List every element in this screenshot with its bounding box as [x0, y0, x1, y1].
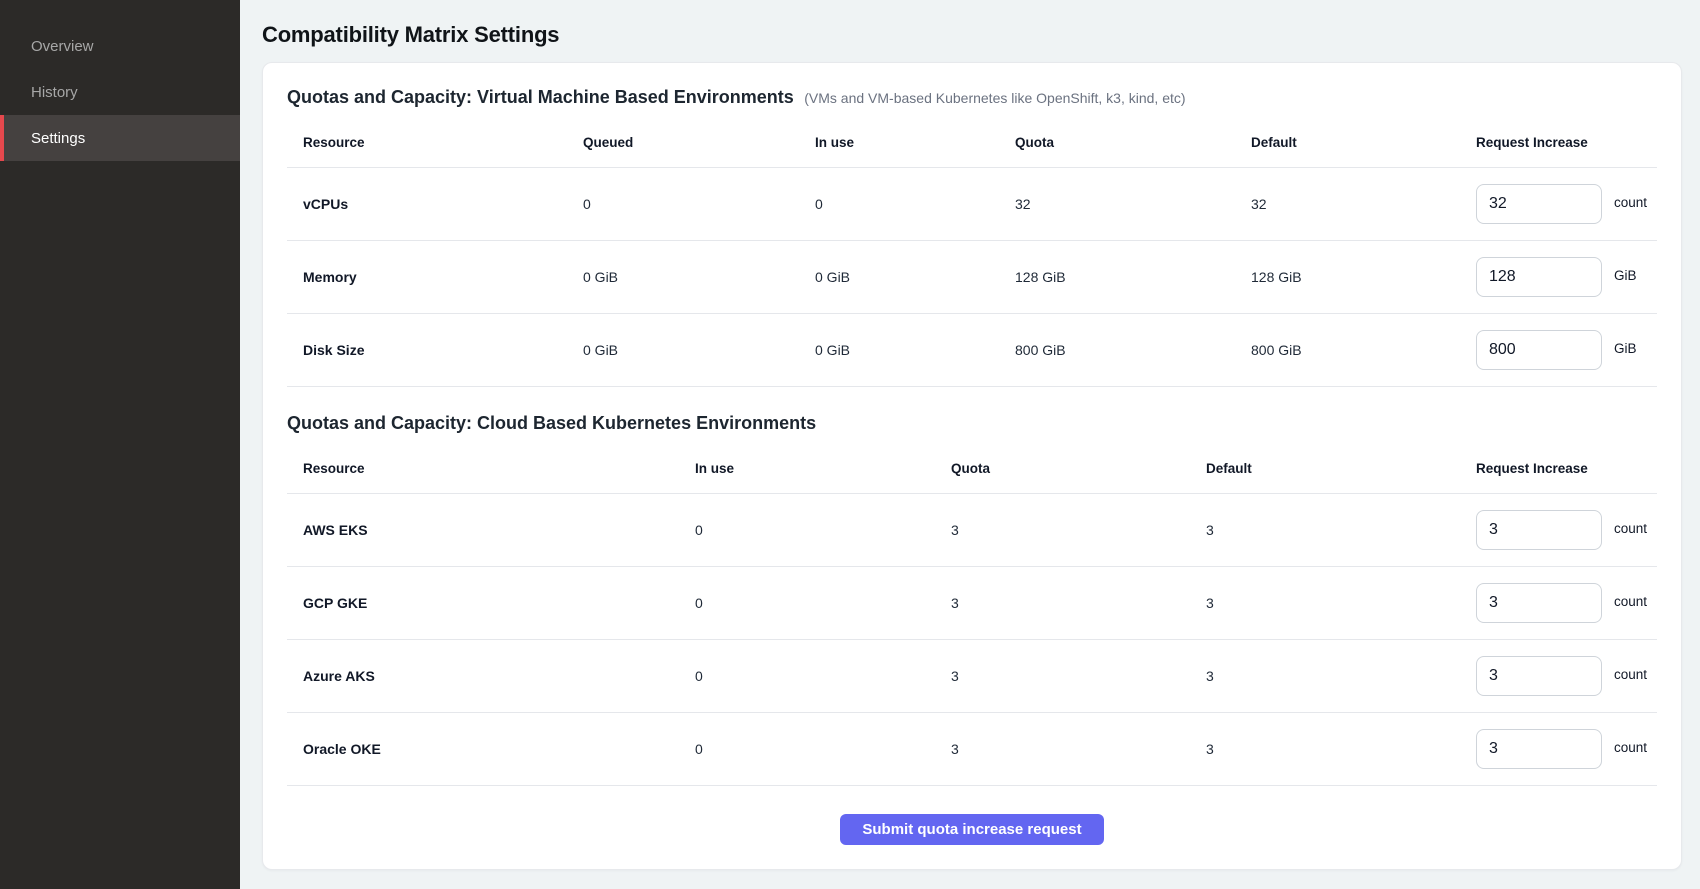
request-increase-cell: count [1460, 656, 1657, 696]
default-value: 800 GiB [1235, 342, 1460, 358]
quota-request-input[interactable] [1476, 257, 1602, 297]
in-use-value: 0 [679, 595, 935, 611]
table-row: Azure AKS033count [287, 640, 1657, 713]
column-header: Request Increase [1460, 461, 1657, 476]
vm-quota-table: ResourceQueuedIn useQuotaDefaultRequest … [287, 118, 1657, 387]
in-use-value: 0 [799, 196, 999, 212]
resource-name: vCPUs [287, 196, 567, 212]
request-increase-cell: GiB [1460, 330, 1657, 370]
resource-name: Azure AKS [287, 668, 679, 684]
vm-section-heading: Quotas and Capacity: Virtual Machine Bas… [287, 87, 1657, 108]
queued-value: 0 [567, 196, 799, 212]
quota-value: 3 [935, 522, 1190, 538]
default-value: 3 [1190, 595, 1460, 611]
submit-quota-request-button[interactable]: Submit quota increase request [840, 814, 1103, 845]
quota-value: 128 GiB [999, 269, 1235, 285]
k8s-quota-table: ResourceIn useQuotaDefaultRequest Increa… [287, 444, 1657, 786]
quota-value: 32 [999, 196, 1235, 212]
vm-table-header-row: ResourceQueuedIn useQuotaDefaultRequest … [287, 118, 1657, 168]
column-header: Default [1235, 135, 1460, 150]
table-row: AWS EKS033count [287, 494, 1657, 567]
request-increase-cell: count [1460, 184, 1657, 224]
request-increase-cell: count [1460, 510, 1657, 550]
unit-label: GiB [1614, 341, 1637, 356]
submit-button-row: Submit quota increase request [287, 814, 1657, 845]
sidebar-item-history[interactable]: History [0, 69, 240, 115]
default-value: 3 [1190, 522, 1460, 538]
default-value: 32 [1235, 196, 1460, 212]
column-header: Resource [287, 461, 679, 476]
main-content: Compatibility Matrix Settings Quotas and… [240, 0, 1700, 889]
quota-request-input[interactable] [1476, 330, 1602, 370]
vm-section-subtitle: (VMs and VM-based Kubernetes like OpenSh… [804, 90, 1185, 106]
unit-label: count [1614, 195, 1647, 210]
sidebar-item-settings[interactable]: Settings [0, 115, 240, 161]
quota-request-input[interactable] [1476, 729, 1602, 769]
k8s-section-title: Quotas and Capacity: Cloud Based Kuberne… [287, 413, 816, 433]
table-row: Memory0 GiB0 GiB128 GiB128 GiBGiB [287, 241, 1657, 314]
column-header: Default [1190, 461, 1460, 476]
resource-name: AWS EKS [287, 522, 679, 538]
quota-request-input[interactable] [1476, 184, 1602, 224]
request-increase-cell: count [1460, 729, 1657, 769]
column-header: In use [799, 135, 999, 150]
table-row: vCPUs003232count [287, 168, 1657, 241]
unit-label: count [1614, 740, 1647, 755]
column-header: Queued [567, 135, 799, 150]
sidebar-nav: OverviewHistorySettings [0, 23, 240, 161]
resource-name: Oracle OKE [287, 741, 679, 757]
k8s-table-body: AWS EKS033countGCP GKE033countAzure AKS0… [287, 494, 1657, 786]
vm-table-body: vCPUs003232countMemory0 GiB0 GiB128 GiB1… [287, 168, 1657, 387]
in-use-value: 0 [679, 522, 935, 538]
k8s-quota-section: Quotas and Capacity: Cloud Based Kuberne… [287, 413, 1657, 786]
unit-label: count [1614, 594, 1647, 609]
resource-name: Memory [287, 269, 567, 285]
queued-value: 0 GiB [567, 342, 799, 358]
in-use-value: 0 GiB [799, 269, 999, 285]
quota-value: 3 [935, 595, 1190, 611]
k8s-section-heading: Quotas and Capacity: Cloud Based Kuberne… [287, 413, 1657, 434]
request-increase-cell: count [1460, 583, 1657, 623]
resource-name: GCP GKE [287, 595, 679, 611]
quota-settings-card: Quotas and Capacity: Virtual Machine Bas… [262, 62, 1682, 870]
quota-request-input[interactable] [1476, 583, 1602, 623]
resource-name: Disk Size [287, 342, 567, 358]
unit-label: count [1614, 521, 1647, 536]
unit-label: GiB [1614, 268, 1637, 283]
column-header: Resource [287, 135, 567, 150]
column-header: Quota [935, 461, 1190, 476]
sidebar: OverviewHistorySettings [0, 0, 240, 889]
table-row: Disk Size0 GiB0 GiB800 GiB800 GiBGiB [287, 314, 1657, 387]
table-row: GCP GKE033count [287, 567, 1657, 640]
quota-request-input[interactable] [1476, 656, 1602, 696]
vm-section-title: Quotas and Capacity: Virtual Machine Bas… [287, 87, 794, 107]
vm-quota-section: Quotas and Capacity: Virtual Machine Bas… [287, 87, 1657, 387]
column-header: Request Increase [1460, 135, 1657, 150]
default-value: 128 GiB [1235, 269, 1460, 285]
in-use-value: 0 GiB [799, 342, 999, 358]
in-use-value: 0 [679, 668, 935, 684]
column-header: Quota [999, 135, 1235, 150]
k8s-table-header-row: ResourceIn useQuotaDefaultRequest Increa… [287, 444, 1657, 494]
default-value: 3 [1190, 668, 1460, 684]
in-use-value: 0 [679, 741, 935, 757]
table-row: Oracle OKE033count [287, 713, 1657, 786]
request-increase-cell: GiB [1460, 257, 1657, 297]
quota-value: 800 GiB [999, 342, 1235, 358]
quota-value: 3 [935, 741, 1190, 757]
page-title: Compatibility Matrix Settings [262, 22, 1682, 48]
sidebar-item-overview[interactable]: Overview [0, 23, 240, 69]
quota-request-input[interactable] [1476, 510, 1602, 550]
unit-label: count [1614, 667, 1647, 682]
queued-value: 0 GiB [567, 269, 799, 285]
default-value: 3 [1190, 741, 1460, 757]
quota-value: 3 [935, 668, 1190, 684]
column-header: In use [679, 461, 935, 476]
